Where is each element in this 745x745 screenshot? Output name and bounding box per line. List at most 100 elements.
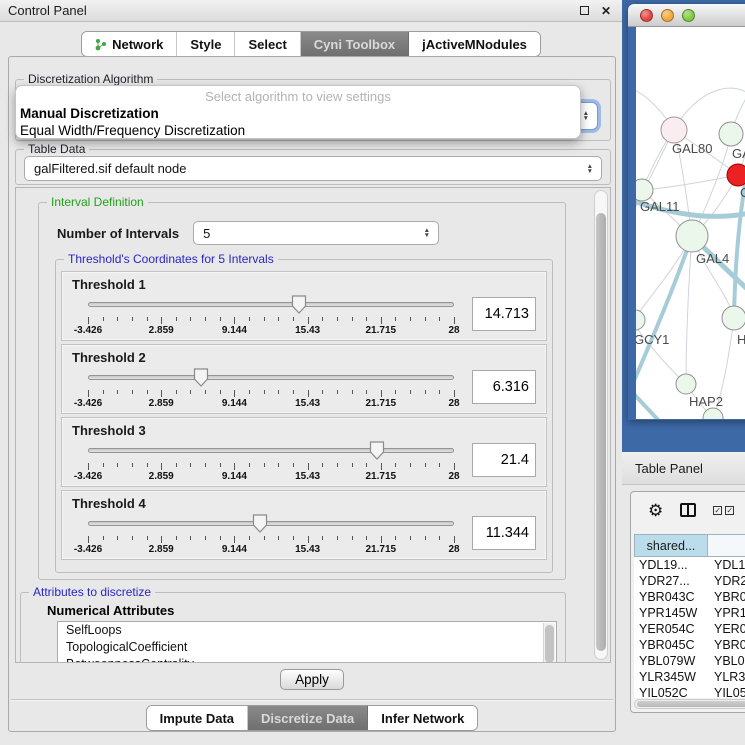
tab-style[interactable]: Style	[177, 32, 235, 56]
table-row[interactable]: YPR145WYPR145W	[634, 605, 745, 621]
mac-minimize-icon[interactable]	[661, 9, 674, 22]
settings-vertical-scrollbar[interactable]	[594, 190, 608, 660]
cell-shared-name[interactable]: YPR145W	[634, 605, 708, 621]
network-node-gal80[interactable]	[661, 117, 687, 143]
select-columns-icon[interactable]: ✓ ✓	[713, 506, 734, 515]
tab-infer-network[interactable]: Infer Network	[368, 706, 477, 730]
tab-impute-data[interactable]: Impute Data	[147, 706, 248, 730]
slider-track[interactable]	[88, 448, 454, 453]
cell-shared-name[interactable]: YBL079W	[634, 653, 708, 669]
combo-stepper-icon: ▲▼	[583, 111, 589, 121]
cell-name[interactable]: YDR27	[708, 573, 745, 589]
network-node-h[interactable]	[722, 306, 745, 330]
tab-jactivemnodules[interactable]: jActiveMNodules	[409, 32, 540, 56]
slider-track[interactable]	[88, 521, 454, 526]
table-data-select[interactable]: galFiltered.sif default node ▲▼	[24, 156, 602, 181]
attributes-scrollbar-thumb[interactable]	[545, 625, 554, 663]
threshold-value-field[interactable]: 21.4	[472, 443, 536, 477]
cell-shared-name[interactable]: YDR27...	[634, 573, 708, 589]
network-node-c[interactable]	[727, 164, 745, 186]
column-header-shared-name[interactable]: shared...	[634, 534, 708, 557]
cell-name[interactable]: YBL079W	[708, 653, 745, 669]
slider-handle-icon[interactable]	[193, 368, 209, 387]
tab-label: Network	[112, 37, 163, 52]
threshold-value-field[interactable]: 6.316	[472, 370, 536, 404]
cell-name[interactable]: YLR345W	[708, 669, 745, 685]
column-header-name[interactable]: na	[708, 534, 745, 557]
cell-name[interactable]: YBR045C	[708, 637, 745, 653]
network-canvas[interactable]: GAL80GACGAL11GAL4GCY1HHAP2	[636, 27, 745, 419]
discretization-algorithm-label: Discretization Algorithm	[24, 72, 157, 86]
table-row[interactable]: YDL19...YDL19	[634, 557, 745, 573]
table-row[interactable]: YDR27...YDR27	[634, 573, 745, 589]
slider-track[interactable]	[88, 375, 454, 380]
cell-shared-name[interactable]: YBR043C	[634, 589, 708, 605]
attribute-list-item[interactable]: BetweennessCentrality	[58, 656, 556, 663]
threshold-slider[interactable]: -3.4262.8599.14415.4321.71528	[88, 367, 454, 407]
close-window-icon[interactable]: ✕	[598, 4, 614, 18]
slider-handle-icon[interactable]	[291, 295, 307, 314]
columns-icon[interactable]	[680, 503, 696, 517]
cell-name[interactable]: YIL052C	[708, 685, 745, 698]
mac-close-icon[interactable]	[640, 9, 653, 22]
threshold-label: Threshold 2	[72, 350, 536, 365]
tick-label: 9.144	[222, 398, 247, 409]
cell-shared-name[interactable]: YIL052C	[634, 685, 708, 698]
settings-scrollbar-thumb[interactable]	[596, 213, 606, 651]
interval-definition-group: Interval Definition Number of Intervals …	[38, 202, 566, 580]
cell-shared-name[interactable]: YBR045C	[634, 637, 708, 653]
tab-discretize-data[interactable]: Discretize Data	[248, 706, 368, 730]
network-node-gcy1[interactable]	[636, 310, 645, 330]
tab-select[interactable]: Select	[235, 32, 300, 56]
threshold-box: Threshold 1-3.4262.8599.14415.4321.71528…	[61, 271, 547, 341]
table-row[interactable]: YLR345WYLR345W	[634, 669, 745, 685]
tab-network[interactable]: Network	[82, 32, 177, 56]
attributes-scrollbar[interactable]	[543, 623, 555, 663]
apply-button[interactable]: Apply	[280, 669, 344, 690]
threshold-slider[interactable]: -3.4262.8599.14415.4321.71528	[88, 440, 454, 480]
network-node-gal4[interactable]	[676, 220, 708, 252]
threshold-label: Threshold 4	[72, 496, 536, 511]
table-row[interactable]: YER054CYER054C	[634, 621, 745, 637]
cell-name[interactable]: YPR145W	[708, 605, 745, 621]
attribute-list-item[interactable]: SelfLoops	[58, 622, 556, 639]
algorithm-option[interactable]: Manual Discretization	[16, 105, 580, 122]
network-edge	[686, 236, 692, 384]
network-node-ga[interactable]	[719, 122, 743, 146]
slider-handle-icon[interactable]	[369, 441, 385, 460]
table-row[interactable]: YIL052CYIL052C	[634, 685, 745, 698]
threshold-box: Threshold 4 -3.4262.8599.14415.4321.71528…	[61, 490, 547, 560]
network-node[interactable]	[703, 408, 723, 419]
number-of-intervals-select[interactable]: 5 ▲▼	[193, 221, 439, 245]
network-node-hap2[interactable]	[676, 374, 696, 394]
numerical-attributes-list[interactable]: SelfLoopsTopologicalCoefficientBetweenne…	[57, 621, 557, 663]
divider	[11, 699, 613, 700]
network-node-gal11[interactable]	[636, 179, 653, 201]
table-data-value: galFiltered.sif default node	[34, 161, 186, 176]
table-horizontal-scrollbar[interactable]	[634, 699, 745, 709]
threshold-value-field[interactable]: 14.713	[472, 297, 536, 331]
cell-shared-name[interactable]: YDL19...	[634, 557, 708, 573]
slider-track[interactable]	[88, 302, 454, 307]
cell-shared-name[interactable]: YER054C	[634, 621, 708, 637]
threshold-slider[interactable]: -3.4262.8599.14415.4321.71528	[88, 513, 454, 553]
algorithm-option[interactable]: Equal Width/Frequency Discretization	[16, 122, 580, 139]
tab-cyni-toolbox[interactable]: Cyni Toolbox	[301, 32, 409, 56]
threshold-value-field[interactable]: 11.344	[472, 516, 536, 550]
threshold-slider[interactable]: -3.4262.8599.14415.4321.71528	[88, 294, 454, 334]
cell-name[interactable]: YBR043C	[708, 589, 745, 605]
cell-shared-name[interactable]: YLR345W	[634, 669, 708, 685]
gear-icon[interactable]: ⚙	[648, 502, 663, 519]
mac-zoom-icon[interactable]	[682, 9, 695, 22]
table-scrollbar-thumb[interactable]	[637, 701, 745, 707]
slider-handle-icon[interactable]	[252, 514, 268, 533]
cell-name[interactable]: YDL19	[708, 557, 745, 573]
float-window-icon[interactable]	[576, 4, 592, 18]
attribute-list-item[interactable]: TopologicalCoefficient	[58, 639, 556, 656]
table-row[interactable]: YBR043CYBR043C	[634, 589, 745, 605]
table-row[interactable]: YBR045CYBR045C	[634, 637, 745, 653]
table-row[interactable]: YBL079WYBL079W	[634, 653, 745, 669]
network-window-titlebar[interactable]	[628, 4, 745, 27]
table-panel-title: Table Panel	[635, 461, 703, 476]
cell-name[interactable]: YER054C	[708, 621, 745, 637]
